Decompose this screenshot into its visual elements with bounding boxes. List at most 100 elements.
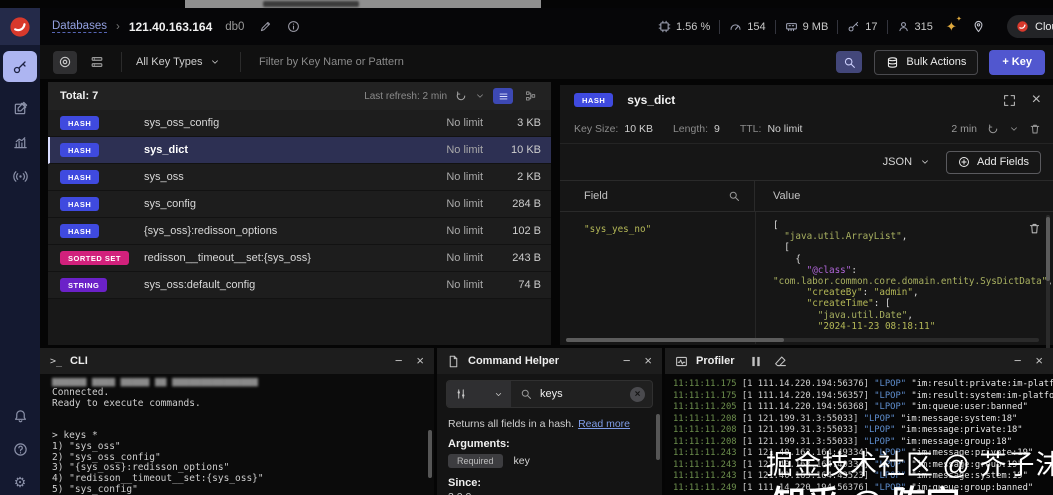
close-profiler-icon[interactable]: × xyxy=(1035,356,1043,366)
scrollbar-thumb[interactable] xyxy=(566,338,784,342)
divider xyxy=(775,20,776,34)
gauge-icon xyxy=(729,20,742,33)
json-token xyxy=(773,321,818,332)
bulk-actions-button[interactable]: Bulk Actions xyxy=(874,50,978,75)
column-field[interactable]: Field xyxy=(560,181,755,211)
cloud-sign-in-button[interactable]: Cloud sign in xyxy=(1007,15,1053,38)
field-search-icon[interactable] xyxy=(728,190,740,202)
delete-field-icon[interactable] xyxy=(1028,222,1041,235)
key-size: 243 B xyxy=(483,252,541,264)
delete-key-icon[interactable] xyxy=(1029,123,1041,135)
scrollbar-thumb[interactable] xyxy=(1046,217,1050,281)
key-type-badge: HASH xyxy=(60,143,99,157)
pause-profiler-icon[interactable] xyxy=(751,356,761,367)
minimize-profiler-icon[interactable]: − xyxy=(1014,356,1022,366)
key-row[interactable]: HASHsys_oss_configNo limit3 KB xyxy=(48,110,551,137)
key-icon xyxy=(12,59,28,75)
cli-output[interactable]: ▆▆▆▆▆▆ ▆▆▆▆ ▆▆▆▆▆ ▆▆ ▆▆▆▆▆▆▆▆▆▆▆▆▆▆▆Conn… xyxy=(40,374,434,495)
json-line: [ xyxy=(773,220,1017,231)
profiler-icon xyxy=(675,355,688,368)
key-details-panel: HASH sys_dict × Key Size: 10 KB Length: … xyxy=(560,85,1053,345)
command-filter-dropdown[interactable] xyxy=(447,381,511,407)
hash-table-header: Field Value xyxy=(560,180,1053,212)
sidebar-item-analytics[interactable] xyxy=(13,135,28,150)
workbench-icon xyxy=(13,101,28,116)
json-token xyxy=(773,231,784,242)
key-row[interactable]: HASHsys_dictNo limit10 KB xyxy=(48,137,551,164)
key-name: redisson__timeout__set:{sys_oss} xyxy=(144,252,391,264)
keys-value: 17 xyxy=(865,21,877,33)
redis-logo[interactable] xyxy=(0,8,40,45)
argument-row: Required key xyxy=(448,454,530,468)
expand-panel-icon[interactable] xyxy=(1003,94,1016,107)
column-value[interactable]: Value xyxy=(755,190,1053,202)
key-filter-input[interactable] xyxy=(257,55,836,69)
add-key-button[interactable]: + Key xyxy=(989,50,1045,75)
minimize-helper-icon[interactable]: − xyxy=(623,356,631,366)
hash-field-row[interactable]: "sys_yes_no" [ "java.util.ArrayList", [ … xyxy=(560,212,1053,344)
copilot-sparkle-icon[interactable]: ✦✦ xyxy=(946,19,957,35)
json-token: "com.labor.common.core.domain.entity.Sys… xyxy=(773,276,1047,287)
log-timestamp: 11:11:11.208 xyxy=(673,437,737,447)
list-view-toggle[interactable] xyxy=(493,88,513,104)
help-icon[interactable] xyxy=(13,442,28,457)
profiler-header[interactable]: Profiler − × xyxy=(665,348,1053,374)
sidebar-item-pubsub[interactable] xyxy=(13,169,28,184)
index-search-button[interactable] xyxy=(85,51,109,74)
tree-view-icon xyxy=(525,90,537,102)
key-row[interactable]: HASH{sys_oss}:redisson_optionsNo limit10… xyxy=(48,218,551,245)
breadcrumb-databases-link[interactable]: Databases xyxy=(52,20,107,33)
sidebar-item-browser[interactable] xyxy=(3,51,37,82)
key-row[interactable]: SORTED SETredisson__timeout__set:{sys_os… xyxy=(48,245,551,272)
read-more-link[interactable]: Read more xyxy=(578,418,630,430)
log-client-address: [1 111.14.220.194:56357] xyxy=(742,391,869,401)
command-search-bar[interactable]: keys × xyxy=(446,380,653,408)
key-type-filter[interactable]: All Key Types xyxy=(136,56,228,68)
json-token: "2024-11-23 08:18:11" xyxy=(818,321,936,332)
refresh-icon[interactable] xyxy=(455,90,467,102)
settings-gear-icon[interactable]: ⚙ xyxy=(14,475,27,489)
cli-scrollbar[interactable] xyxy=(428,430,432,478)
command-search-value[interactable]: keys xyxy=(540,388,563,400)
key-row[interactable]: HASHsys_ossNo limit2 KB xyxy=(48,164,551,191)
field-name-cell[interactable]: "sys_yes_no" xyxy=(584,224,651,235)
log-timestamp: 11:11:11.249 xyxy=(673,483,737,493)
tree-view-toggle[interactable] xyxy=(521,88,541,104)
key-name: sys_oss xyxy=(144,171,391,183)
details-refresh-icon[interactable] xyxy=(987,123,999,135)
command-helper-body: keys × Returns all fields in a hash.Read… xyxy=(437,374,662,495)
ttl-label: TTL: xyxy=(740,123,762,135)
details-refresh-chevron-icon[interactable] xyxy=(1009,124,1019,134)
minimize-cli-icon[interactable]: − xyxy=(395,356,403,366)
clear-search-icon[interactable]: × xyxy=(630,387,645,402)
key-ttl: No limit xyxy=(391,171,483,183)
format-selector[interactable]: JSON xyxy=(883,156,930,168)
edit-alias-icon[interactable] xyxy=(259,20,272,33)
notifications-bell-icon[interactable] xyxy=(13,409,28,424)
db-overview-stats: 1.56 % 154 9 MB 17 xyxy=(658,8,985,45)
cli-line: 5) "sys_config" xyxy=(52,485,434,495)
key-row[interactable]: STRINGsys_oss:default_configNo limit74 B xyxy=(48,272,551,299)
close-helper-icon[interactable]: × xyxy=(644,356,652,366)
search-button[interactable] xyxy=(836,51,862,73)
key-row[interactable]: HASHsys_configNo limit284 B xyxy=(48,191,551,218)
field-value-cell[interactable]: [ "java.util.ArrayList", [ { "@class":"c… xyxy=(773,220,1017,332)
keys-list-panel: Total: 7 Last refresh: 2 min HASHsys_oss… xyxy=(48,82,551,345)
browser-filter-bar: All Key Types Bulk Actions + Key xyxy=(40,45,1053,79)
close-details-icon[interactable]: × xyxy=(1032,95,1041,105)
helper-scrollbar[interactable] xyxy=(656,414,660,460)
location-pin-icon[interactable] xyxy=(972,20,985,33)
auto-refresh-chevron-icon[interactable] xyxy=(475,91,485,101)
cli-header[interactable]: >_ CLI − × xyxy=(40,348,434,374)
command-helper-header[interactable]: Command Helper − × xyxy=(437,348,662,374)
close-cli-icon[interactable]: × xyxy=(416,356,424,366)
add-fields-button[interactable]: Add Fields xyxy=(946,151,1041,174)
command-description: Returns all fields in a hash.Read more xyxy=(448,418,630,430)
scan-mode-button[interactable] xyxy=(53,51,77,74)
sidebar-item-workbench[interactable] xyxy=(13,101,28,116)
db-info-icon[interactable] xyxy=(287,20,300,33)
value-horizontal-scrollbar[interactable] xyxy=(566,338,1039,342)
cli-title: CLI xyxy=(70,355,88,367)
ttl-value[interactable]: No limit xyxy=(767,123,802,135)
clear-profiler-icon[interactable] xyxy=(774,355,787,368)
